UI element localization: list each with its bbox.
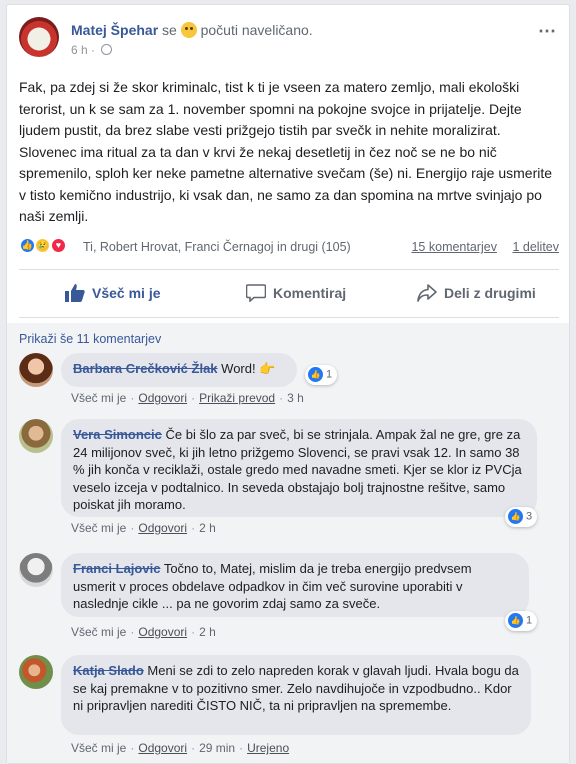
comment-text: Word! 👉 [221,361,276,376]
comment-reaction-count: 3 [526,510,533,523]
comment-author[interactable]: Katja Slado [73,663,144,678]
reaction-names[interactable]: Ti, Robert Hrovat, Franci Černagoj in dr… [83,240,351,254]
sad-reaction-icon: 😢 [34,237,52,254]
comment-bubble: Vera Simoncic Če bi šlo za par sveč, bi … [61,419,537,517]
comment-reactions[interactable]: 👍 1 [505,611,538,631]
comment-bubble: Franci Lajovic Točno to, Matej, mislim d… [61,553,529,617]
comment-actions: Všeč mi je · Odgovori · Prikaži prevod · 3 h [71,391,304,405]
share-button[interactable]: Deli z drugimi [417,273,536,313]
commenter-avatar[interactable] [19,655,53,689]
feeling-prefix: se [162,22,177,38]
post-header: Matej Špehar se počuti naveličano. 6 h ·… [19,17,559,67]
share-label: Deli z drugimi [444,285,536,301]
reaction-icons[interactable]: 👍 😢 ♥ [19,237,67,255]
post-meta: 6 h · [71,43,113,57]
comment-actions: Všeč mi je · Odgovori · 2 h [71,625,216,639]
comment-author[interactable]: Vera Simoncic [73,427,162,442]
comment-bubble: Barbara Crečković Žlak Word! 👉 [61,353,297,387]
post-counts: 15 komentarjev 1 delitev [399,240,559,254]
like-button[interactable]: Všeč mi je [65,273,161,313]
comment-like-link[interactable]: Všeč mi je [71,741,126,755]
comment-reactions[interactable]: 👍 3 [505,507,538,527]
globe-icon[interactable] [101,44,113,55]
comment-label: Komentiraj [273,285,347,301]
post-card: Matej Špehar se počuti naveličano. 6 h ·… [6,4,570,764]
like-reaction-icon: 👍 [508,613,523,628]
comment-reaction-count: 1 [526,614,533,627]
comment-reply-link[interactable]: Odgovori [138,625,187,639]
comment-icon [246,284,266,302]
comment-reply-link[interactable]: Odgovori [138,391,187,405]
comment-author[interactable]: Barbara Crečković Žlak [73,361,218,376]
comment-like-link[interactable]: Všeč mi je [71,625,126,639]
like-reaction-icon: 👍 [19,237,36,254]
comment-time[interactable]: 29 min [199,741,235,755]
comments-section: Prikaži še 11 komentarjev Barbara Crečko… [7,323,569,763]
reactions-bar: 👍 😢 ♥ Ti, Robert Hrovat, Franci Černagoj… [19,235,559,259]
comment-time[interactable]: 3 h [287,391,304,405]
shares-count[interactable]: 1 delitev [512,240,559,254]
comment-time[interactable]: 2 h [199,521,216,535]
comment-reaction-count: 1 [326,368,333,381]
comments-count[interactable]: 15 komentarjev [411,240,496,254]
commenter-avatar[interactable] [19,353,53,387]
like-reaction-icon: 👍 [308,367,323,382]
comment-time[interactable]: 2 h [199,625,216,639]
author-line: Matej Špehar se počuti naveličano. [71,22,313,38]
comment-author[interactable]: Franci Lajovic [73,561,160,576]
edited-label[interactable]: Urejeno [247,741,289,755]
comment-actions: Všeč mi je · Odgovori · 2 h [71,521,216,535]
comment-actions: Všeč mi je · Odgovori · 29 min · Urejeno [71,741,290,755]
like-label: Všeč mi je [92,285,161,301]
post-actions: Všeč mi je Komentiraj Deli z drugimi [19,273,559,313]
author-name[interactable]: Matej Špehar [71,22,158,38]
comment-like-link[interactable]: Všeč mi je [71,521,126,535]
like-reaction-icon: 👍 [508,509,523,524]
post-text: Fak, pa zdej si že skor kriminalc, tist … [19,79,553,224]
commenter-avatar[interactable] [19,553,53,587]
sad-emoji-icon [180,22,197,38]
comment-like-link[interactable]: Všeč mi je [71,391,126,405]
divider [19,269,559,270]
author-avatar[interactable] [19,17,59,57]
love-reaction-icon: ♥ [49,237,67,254]
comment-reply-link[interactable]: Odgovori [138,741,187,755]
divider [19,317,559,318]
comment-reactions[interactable]: 👍 1 [305,365,338,385]
comment-reply-link[interactable]: Odgovori [138,521,187,535]
translate-link[interactable]: Prikaži prevod [199,391,275,405]
commenter-avatar[interactable] [19,419,53,453]
share-icon [417,284,437,302]
more-options-icon[interactable]: ⋯ [538,21,557,42]
feeling-text: počuti naveličano. [200,22,313,38]
post-time[interactable]: 6 h [71,43,88,57]
thumbs-up-icon [65,284,85,302]
comment-bubble: Katja Slado Meni se zdi to zelo napreden… [61,655,531,735]
show-more-comments-link[interactable]: Prikaži še 11 komentarjev [19,332,161,346]
